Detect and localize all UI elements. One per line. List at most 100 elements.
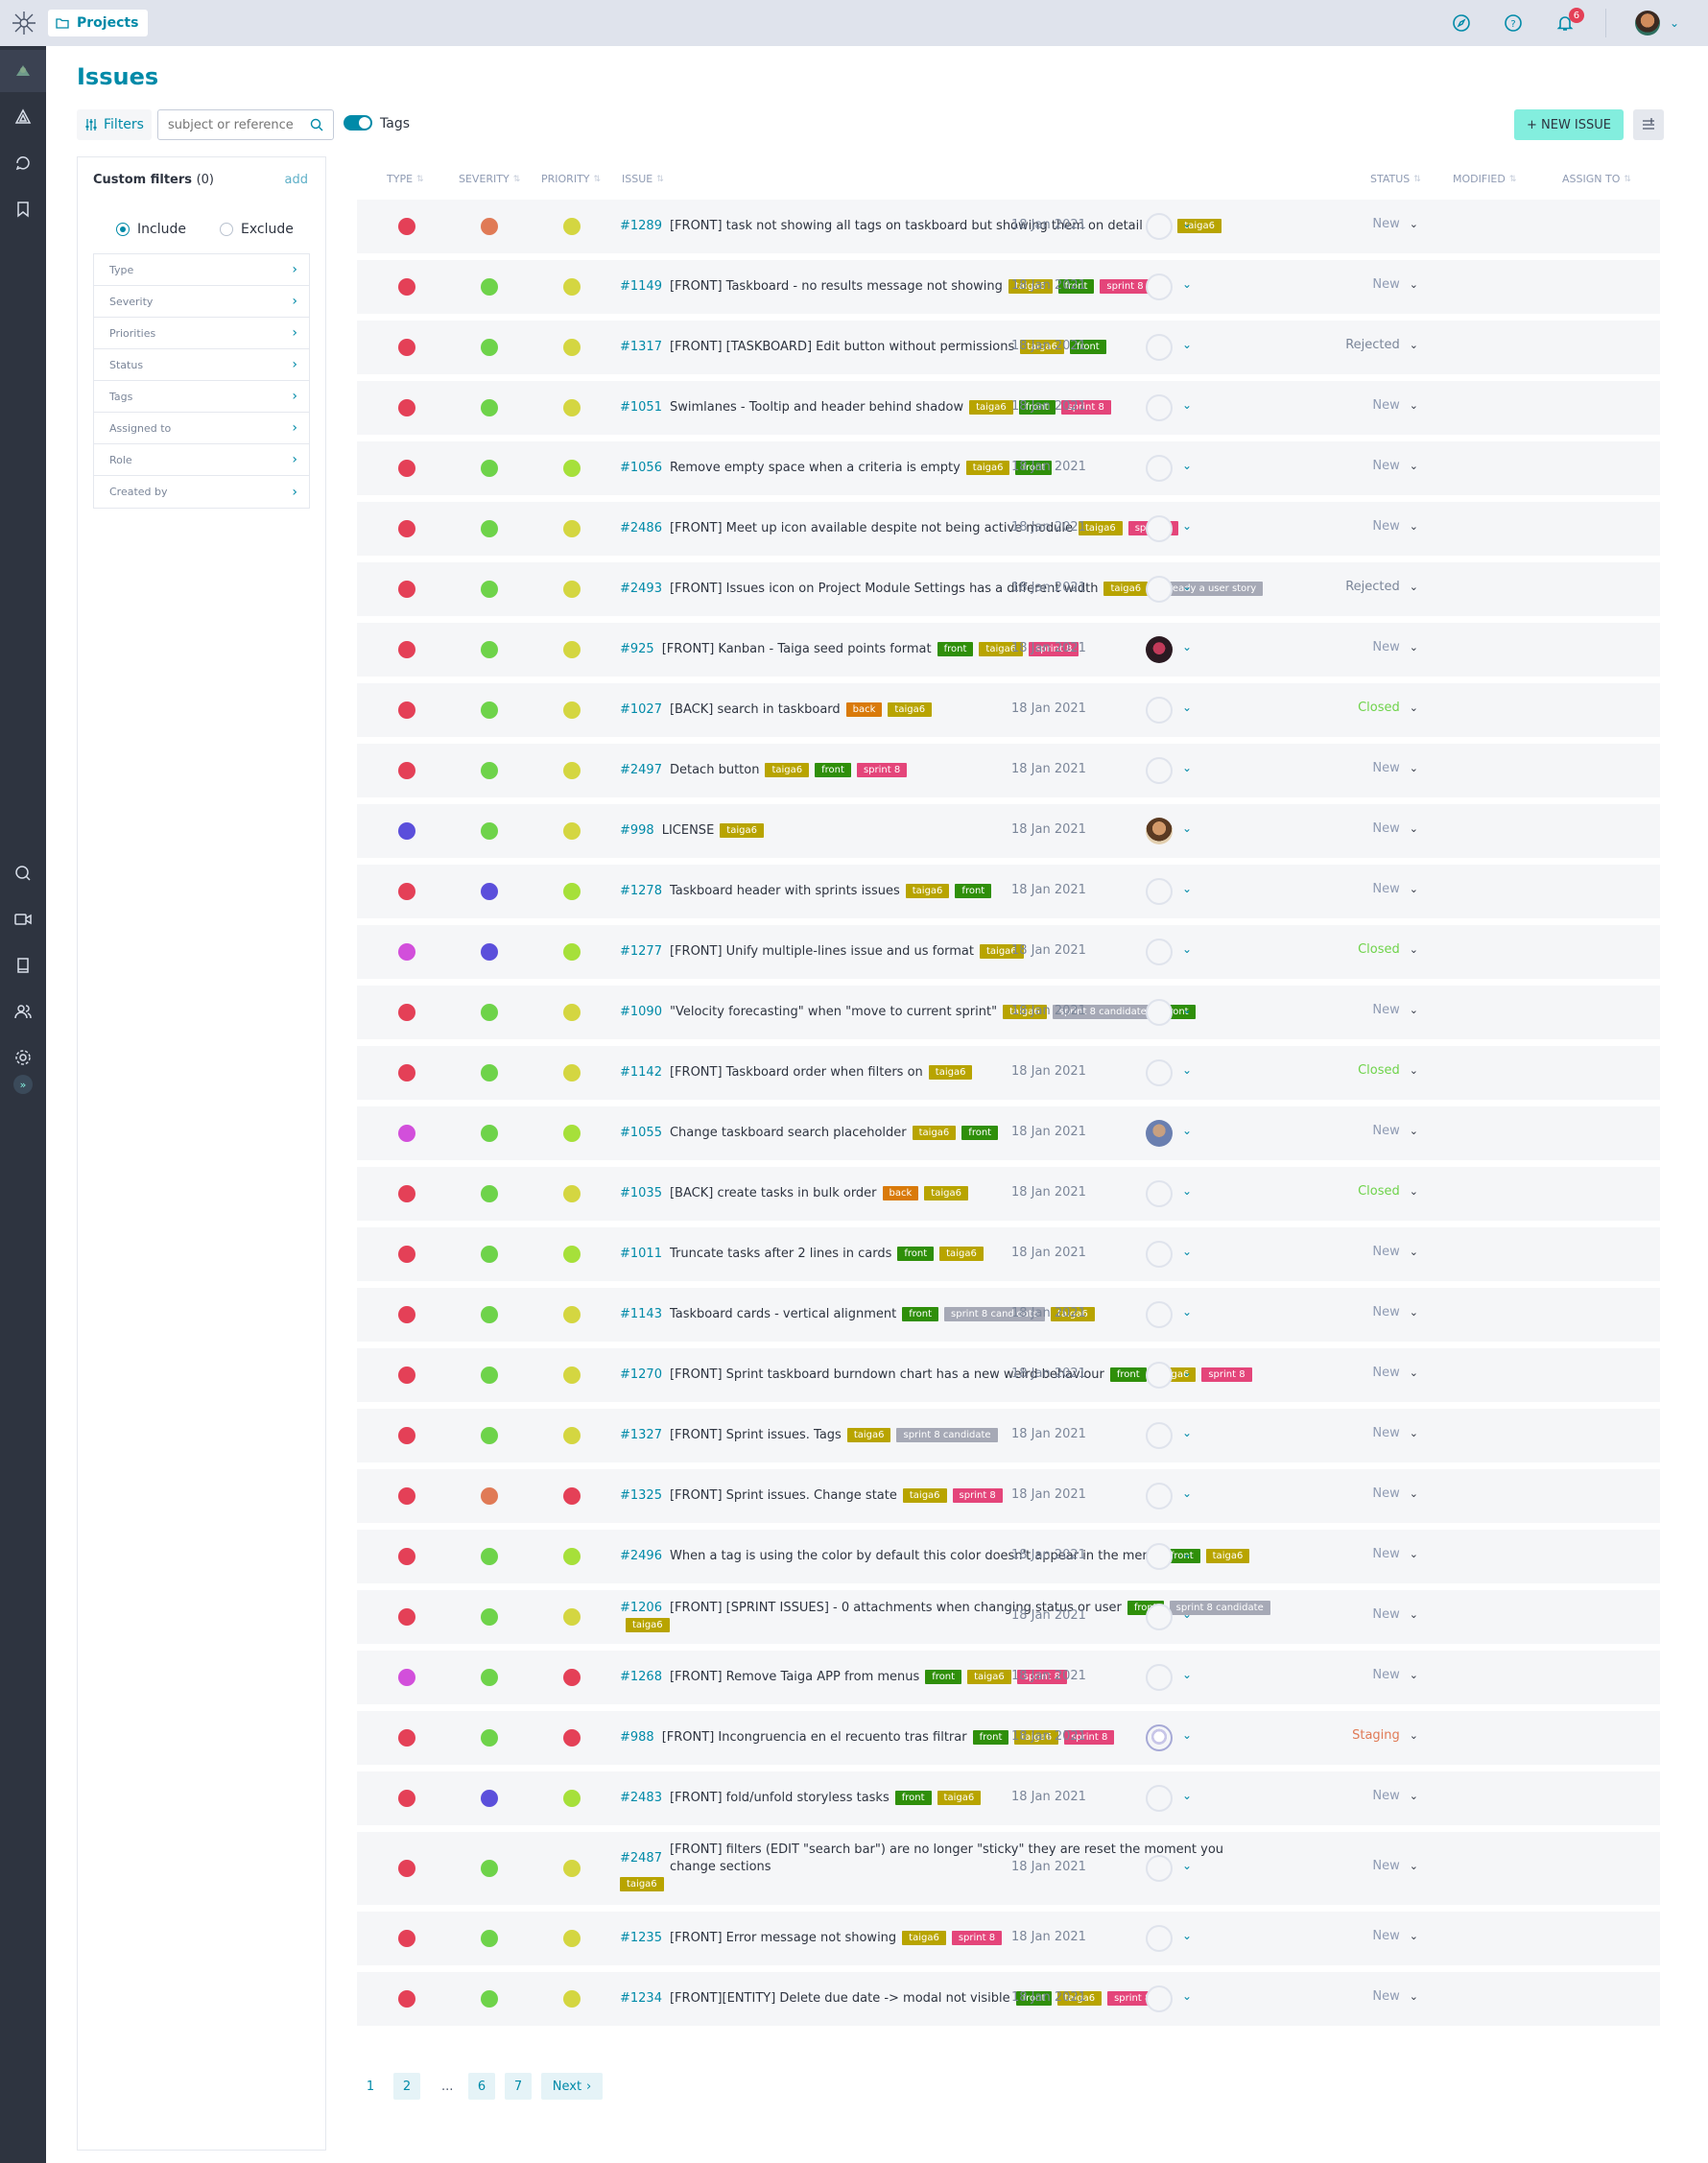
status-dropdown[interactable]: New ⌄ (1372, 217, 1418, 231)
severity-dot[interactable] (481, 822, 498, 840)
table-row[interactable]: #1234 [FRONT][ENTITY] Delete due date -> … (357, 1972, 1660, 2026)
type-dot[interactable] (398, 520, 415, 537)
table-row[interactable]: #998 LICENSE taiga6 New ⌄ 18 Jan 2021 ⌄ (357, 804, 1660, 858)
projects-button[interactable]: Projects (48, 10, 149, 36)
severity-dot[interactable] (481, 1306, 498, 1323)
filter-category-severity[interactable]: Severity › (94, 286, 309, 318)
priority-dot[interactable] (563, 762, 581, 779)
nav-settings-gear-icon[interactable] (0, 1036, 46, 1079)
type-dot[interactable] (398, 883, 415, 900)
type-dot[interactable] (398, 1487, 415, 1505)
type-dot[interactable] (398, 218, 415, 235)
status-dropdown[interactable]: Closed ⌄ (1358, 1184, 1418, 1199)
table-row[interactable]: #1277 [FRONT] Unify multiple-lines issue … (357, 925, 1660, 979)
type-dot[interactable] (398, 822, 415, 840)
nav-team-icon[interactable] (0, 990, 46, 1033)
priority-dot[interactable] (563, 883, 581, 900)
tag-badge[interactable]: sprint 8 (951, 1931, 1003, 1945)
priority-dot[interactable] (563, 1246, 581, 1263)
status-dropdown[interactable]: Closed ⌄ (1358, 942, 1418, 957)
chevron-down-icon[interactable]: ⌄ (1182, 821, 1192, 835)
chevron-down-icon[interactable]: ⌄ (1182, 459, 1192, 472)
chevron-down-icon[interactable]: ⌄ (1182, 1728, 1192, 1742)
issue-ref-link[interactable]: #1051 (620, 400, 662, 415)
issue-ref-link[interactable]: #1277 (620, 944, 662, 959)
severity-dot[interactable] (481, 701, 498, 719)
type-dot[interactable] (398, 1185, 415, 1202)
priority-dot[interactable] (563, 1608, 581, 1626)
tag-badge[interactable]: taiga6 (888, 702, 933, 717)
status-dropdown[interactable]: New ⌄ (1372, 1668, 1418, 1682)
chevron-down-icon[interactable]: ⌄ (1182, 519, 1192, 533)
search-input[interactable] (168, 117, 302, 132)
new-issue-button[interactable]: + NEW ISSUE (1514, 109, 1624, 140)
chevron-down-icon[interactable]: ⌄ (1182, 1366, 1192, 1379)
table-row[interactable]: #2496 When a tag is using the color by de… (357, 1530, 1660, 1583)
tag-badge[interactable]: front (897, 1247, 935, 1261)
issue-subject-link[interactable]: Taskboard header with sprints issues (670, 884, 900, 898)
status-dropdown[interactable]: Staging ⌄ (1352, 1728, 1418, 1743)
column-header-modified[interactable]: MODIFIED ⇅ (1453, 173, 1516, 185)
type-dot[interactable] (398, 1306, 415, 1323)
chevron-down-icon[interactable]: ⌄ (1182, 761, 1192, 774)
tag-badge[interactable]: taiga6 (928, 1065, 973, 1080)
type-dot[interactable] (398, 943, 415, 961)
chevron-down-icon[interactable]: ⌄ (1182, 1929, 1192, 1942)
nav-wiki-book-icon[interactable] (0, 944, 46, 986)
chevron-down-icon[interactable]: ⌄ (1182, 1547, 1192, 1560)
priority-dot[interactable] (563, 399, 581, 416)
issue-ref-link[interactable]: #1143 (620, 1307, 662, 1321)
filter-category-assigned-to[interactable]: Assigned to › (94, 413, 309, 444)
tag-badge[interactable]: front (1109, 1367, 1147, 1382)
issue-ref-link[interactable]: #998 (620, 823, 654, 838)
table-row[interactable]: #988 [FRONT] Incongruencia en el recuento… (357, 1711, 1660, 1765)
unassigned-avatar[interactable] (1146, 1855, 1173, 1882)
unassigned-avatar[interactable] (1146, 878, 1173, 905)
unassigned-avatar[interactable] (1146, 1785, 1173, 1812)
tag-badge[interactable]: sprint 8 (856, 763, 908, 777)
severity-dot[interactable] (481, 883, 498, 900)
status-dropdown[interactable]: New ⌄ (1372, 1486, 1418, 1501)
table-row[interactable]: #1055 Change taskboard search placeholder… (357, 1106, 1660, 1160)
include-radio[interactable]: Include (116, 222, 186, 237)
unassigned-avatar[interactable] (1146, 515, 1173, 542)
issue-subject-link[interactable]: [FRONT] Remove Taiga APP from menus (670, 1670, 919, 1684)
tag-badge[interactable]: taiga6 (924, 1186, 968, 1200)
column-header-issue[interactable]: ISSUE ⇅ (622, 173, 664, 185)
table-row[interactable]: #1143 Taskboard cards - vertical alignmen… (357, 1288, 1660, 1342)
chevron-down-icon[interactable]: ⌄ (1182, 277, 1192, 291)
priority-dot[interactable] (563, 1306, 581, 1323)
issue-ref-link[interactable]: #1289 (620, 219, 662, 233)
priority-dot[interactable] (563, 1548, 581, 1565)
table-row[interactable]: #1142 [FRONT] Taskboard order when filter… (357, 1046, 1660, 1100)
table-row[interactable]: #1027 [BACK] search in taskboard back taiga… (357, 683, 1660, 737)
issue-ref-link[interactable]: #2486 (620, 521, 662, 535)
unassigned-avatar[interactable] (1146, 939, 1173, 965)
nav-project-icon[interactable] (0, 50, 46, 92)
tag-badge[interactable]: taiga6 (1103, 582, 1149, 596)
status-dropdown[interactable]: Rejected ⌄ (1345, 580, 1418, 594)
priority-dot[interactable] (563, 1487, 581, 1505)
priority-dot[interactable] (563, 460, 581, 477)
exclude-radio[interactable]: Exclude (220, 222, 294, 237)
priority-dot[interactable] (563, 1790, 581, 1807)
issue-ref-link[interactable]: #2487 (620, 1850, 662, 1867)
status-dropdown[interactable]: New ⌄ (1372, 1003, 1418, 1017)
type-dot[interactable] (398, 339, 415, 356)
type-dot[interactable] (398, 460, 415, 477)
severity-dot[interactable] (481, 218, 498, 235)
priority-dot[interactable] (563, 581, 581, 598)
chevron-down-icon[interactable]: ⌄ (1182, 1607, 1192, 1621)
status-dropdown[interactable]: New ⌄ (1372, 761, 1418, 775)
tag-badge[interactable]: taiga6 (1205, 1549, 1250, 1563)
severity-dot[interactable] (481, 520, 498, 537)
priority-dot[interactable] (563, 1930, 581, 1947)
severity-dot[interactable] (481, 1064, 498, 1082)
issue-ref-link[interactable]: #1206 (620, 1601, 662, 1615)
issue-ref-link[interactable]: #2496 (620, 1549, 662, 1563)
type-dot[interactable] (398, 1860, 415, 1877)
assignee-avatar[interactable] (1146, 636, 1173, 663)
status-dropdown[interactable]: New ⌄ (1372, 459, 1418, 473)
issue-ref-link[interactable]: #1317 (620, 340, 662, 354)
issue-subject-link[interactable]: "Velocity forecasting" when "move to cur… (670, 1005, 997, 1019)
